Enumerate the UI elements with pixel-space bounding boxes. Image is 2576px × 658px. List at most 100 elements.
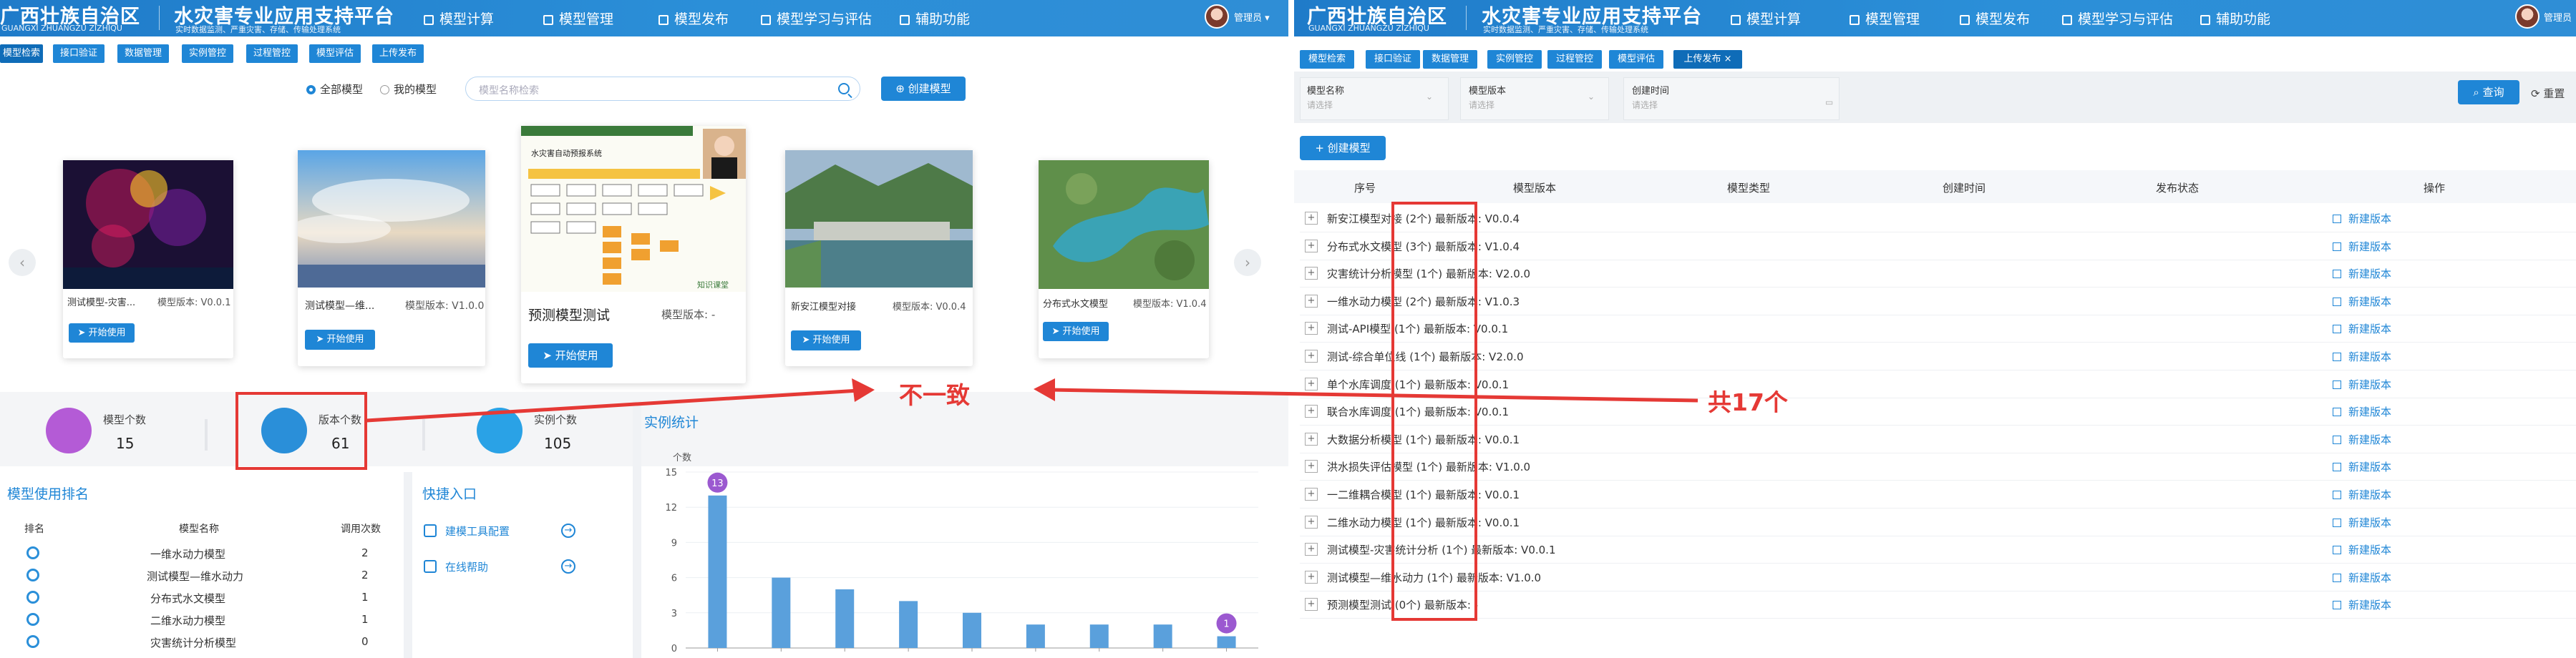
nav-model-manage[interactable]: 模型管理 bbox=[543, 9, 613, 28]
start-use-button[interactable]: ➤ 开始使用 bbox=[1043, 322, 1109, 341]
model-search-input[interactable]: 模型名称检索 bbox=[465, 77, 860, 101]
table-row[interactable]: + 灾害统计分析模型 (1个) 最新版本: V2.0.0 新建版本 bbox=[1300, 260, 2576, 288]
start-use-button[interactable]: ➤ 开始使用 bbox=[69, 323, 135, 343]
avatar[interactable] bbox=[1205, 4, 1229, 29]
quick-entry-online-help[interactable]: 在线帮助 bbox=[424, 559, 488, 574]
new-version-button[interactable]: 新建版本 bbox=[2333, 570, 2391, 585]
expand-icon[interactable]: + bbox=[1305, 350, 1318, 363]
new-version-button[interactable]: 新建版本 bbox=[2333, 432, 2391, 447]
tab-upload-publish[interactable]: 上传发布 × bbox=[1673, 50, 1742, 69]
model-card-2[interactable]: 测试模型—维... 模型版本: V1.0.0 ➤ 开始使用 bbox=[298, 150, 485, 366]
tab-data-manage[interactable]: 数据管理 bbox=[117, 44, 169, 63]
table-row[interactable]: + 一维水动力模型 (2个) 最新版本: V1.0.3 新建版本 bbox=[1300, 288, 2576, 315]
user-name[interactable]: 管理员 bbox=[2544, 10, 2572, 24]
table-row[interactable]: + 二维水动力模型 (1个) 最新版本: V0.0.1 新建版本 bbox=[1300, 509, 2576, 536]
arrow-right-icon[interactable]: → bbox=[561, 559, 575, 574]
model-card-4[interactable]: 新安江模型对接 模型版本: V0.0.4 ➤ 开始使用 bbox=[785, 150, 973, 366]
create-model-button[interactable]: + 创建模型 bbox=[1300, 136, 1386, 160]
expand-icon[interactable]: + bbox=[1305, 488, 1318, 501]
tab-model-eval[interactable]: 模型评估 bbox=[309, 44, 361, 63]
new-version-button[interactable]: 新建版本 bbox=[2333, 349, 2391, 364]
expand-icon[interactable]: + bbox=[1305, 570, 1318, 584]
nav-assist[interactable]: 辅助功能 bbox=[2200, 9, 2270, 28]
expand-icon[interactable]: + bbox=[1305, 239, 1318, 252]
filter-select[interactable]: 请选择 bbox=[1307, 99, 1333, 111]
new-version-button[interactable]: 新建版本 bbox=[2333, 211, 2391, 226]
table-row[interactable]: + 联合水库调度 (1个) 最新版本: V0.0.1 新建版本 bbox=[1300, 398, 2576, 426]
calendar-icon[interactable]: ▭ bbox=[1825, 97, 1833, 107]
carousel-prev-button[interactable]: ‹ bbox=[9, 249, 36, 276]
nav-assist[interactable]: 辅助功能 bbox=[900, 9, 970, 28]
table-row[interactable]: + 洪水损失评估模型 (1个) 最新版本: V1.0.0 新建版本 bbox=[1300, 453, 2576, 481]
expand-icon[interactable]: + bbox=[1305, 405, 1318, 418]
new-version-button[interactable]: 新建版本 bbox=[2333, 239, 2391, 254]
reset-button[interactable]: ⟳ 重置 bbox=[2531, 86, 2565, 101]
nav-model-compute[interactable]: 模型计算 bbox=[1731, 9, 1801, 28]
query-button[interactable]: ⌕ 查询 bbox=[2458, 80, 2519, 104]
nav-model-learn[interactable]: 模型学习与评估 bbox=[2062, 9, 2173, 28]
model-card-5[interactable]: 分布式水文模型 模型版本: V1.0.4 ➤ 开始使用 bbox=[1039, 160, 1209, 358]
new-version-button[interactable]: 新建版本 bbox=[2333, 459, 2391, 474]
filter-select[interactable]: 请选择 bbox=[1469, 99, 1494, 111]
expand-icon[interactable]: + bbox=[1305, 460, 1318, 473]
tab-instance-control[interactable]: 实例管控 bbox=[1487, 50, 1542, 69]
table-row[interactable]: + 测试-综合单位线 (1个) 最新版本: V2.0.0 新建版本 bbox=[1300, 343, 2576, 370]
new-version-button[interactable]: 新建版本 bbox=[2333, 542, 2391, 557]
model-card-3[interactable]: 水灾害自动预报系统 知识课堂 预测模型测试 模型版本: - ➤ 开始使用 bbox=[521, 126, 746, 383]
quick-entry-modeling-tool[interactable]: 建模工具配置 bbox=[424, 524, 510, 539]
table-row[interactable]: + 大数据分析模型 (1个) 最新版本: V0.0.1 新建版本 bbox=[1300, 426, 2576, 453]
search-icon[interactable] bbox=[838, 83, 850, 94]
nav-model-manage[interactable]: 模型管理 bbox=[1850, 9, 1920, 28]
tab-model-eval[interactable]: 模型评估 bbox=[1609, 50, 1663, 69]
carousel-next-button[interactable]: › bbox=[1234, 249, 1261, 276]
new-version-button[interactable]: 新建版本 bbox=[2333, 404, 2391, 419]
filter-date[interactable]: 请选择 bbox=[1632, 99, 1658, 111]
new-version-button[interactable]: 新建版本 bbox=[2333, 266, 2391, 281]
arrow-right-icon[interactable]: → bbox=[561, 524, 575, 538]
expand-icon[interactable]: + bbox=[1305, 294, 1318, 308]
expand-icon[interactable]: + bbox=[1305, 515, 1318, 529]
radio-my-models[interactable]: 我的模型 bbox=[380, 82, 437, 97]
avatar[interactable] bbox=[2515, 4, 2539, 29]
table-row[interactable]: + 测试模型-灾害统计分析 (1个) 最新版本: V0.0.1 新建版本 bbox=[1300, 536, 2576, 564]
chevron-down-icon[interactable]: ⌄ bbox=[1588, 92, 1595, 102]
tab-model-search[interactable]: 模型检索 bbox=[0, 44, 43, 63]
table-row[interactable]: + 预测模型测试 (0个) 最新版本: - 新建版本 bbox=[1300, 591, 2576, 619]
radio-all-models[interactable]: 全部模型 bbox=[306, 82, 363, 97]
table-row[interactable]: + 测试-API模型 (1个) 最新版本: V0.0.1 新建版本 bbox=[1300, 315, 2576, 343]
nav-model-publish[interactable]: 模型发布 bbox=[1960, 9, 2030, 28]
user-name[interactable]: 管理员 ▾ bbox=[1234, 10, 1270, 24]
start-use-button[interactable]: ➤ 开始使用 bbox=[528, 343, 613, 368]
new-version-button[interactable]: 新建版本 bbox=[2333, 515, 2391, 530]
chevron-down-icon[interactable]: ⌄ bbox=[1426, 92, 1433, 102]
new-version-button[interactable]: 新建版本 bbox=[2333, 377, 2391, 392]
table-row[interactable]: + 一二维耦合模型 (1个) 最新版本: V0.0.1 新建版本 bbox=[1300, 481, 2576, 509]
tab-data-manage[interactable]: 数据管理 bbox=[1423, 50, 1477, 69]
start-use-button[interactable]: ➤ 开始使用 bbox=[305, 330, 375, 350]
expand-icon[interactable]: + bbox=[1305, 543, 1318, 556]
tab-interface-verify[interactable]: 接口验证 bbox=[53, 44, 105, 63]
table-row[interactable]: + 分布式水文模型 (3个) 最新版本: V1.0.4 新建版本 bbox=[1300, 232, 2576, 260]
new-version-button[interactable]: 新建版本 bbox=[2333, 487, 2391, 502]
expand-icon[interactable]: + bbox=[1305, 432, 1318, 446]
nav-model-publish[interactable]: 模型发布 bbox=[658, 9, 729, 28]
expand-icon[interactable]: + bbox=[1305, 212, 1318, 225]
tab-process-control[interactable]: 过程管控 bbox=[1547, 50, 1602, 69]
tab-process-control[interactable]: 过程管控 bbox=[246, 44, 298, 63]
new-version-button[interactable]: 新建版本 bbox=[2333, 294, 2391, 309]
expand-icon[interactable]: + bbox=[1305, 267, 1318, 280]
model-card-1[interactable]: 测试模型-灾害... 模型版本: V0.0.1 ➤ 开始使用 bbox=[63, 160, 233, 358]
new-version-button[interactable]: 新建版本 bbox=[2333, 321, 2391, 336]
tab-model-search[interactable]: 模型检索 bbox=[1300, 50, 1354, 69]
create-model-button[interactable]: ⊕ 创建模型 bbox=[881, 77, 966, 101]
start-use-button[interactable]: ➤ 开始使用 bbox=[791, 330, 861, 350]
expand-icon[interactable]: + bbox=[1305, 322, 1318, 335]
tab-interface-verify[interactable]: 接口验证 bbox=[1366, 50, 1420, 69]
new-version-button[interactable]: 新建版本 bbox=[2333, 597, 2391, 612]
tab-instance-control[interactable]: 实例管控 bbox=[182, 44, 233, 63]
expand-icon[interactable]: + bbox=[1305, 598, 1318, 612]
nav-model-learn[interactable]: 模型学习与评估 bbox=[761, 9, 872, 28]
table-row[interactable]: + 单个水库调度 (1个) 最新版本: V0.0.1 新建版本 bbox=[1300, 370, 2576, 398]
tab-upload-publish[interactable]: 上传发布 bbox=[372, 44, 424, 63]
nav-model-compute[interactable]: 模型计算 bbox=[424, 9, 494, 28]
